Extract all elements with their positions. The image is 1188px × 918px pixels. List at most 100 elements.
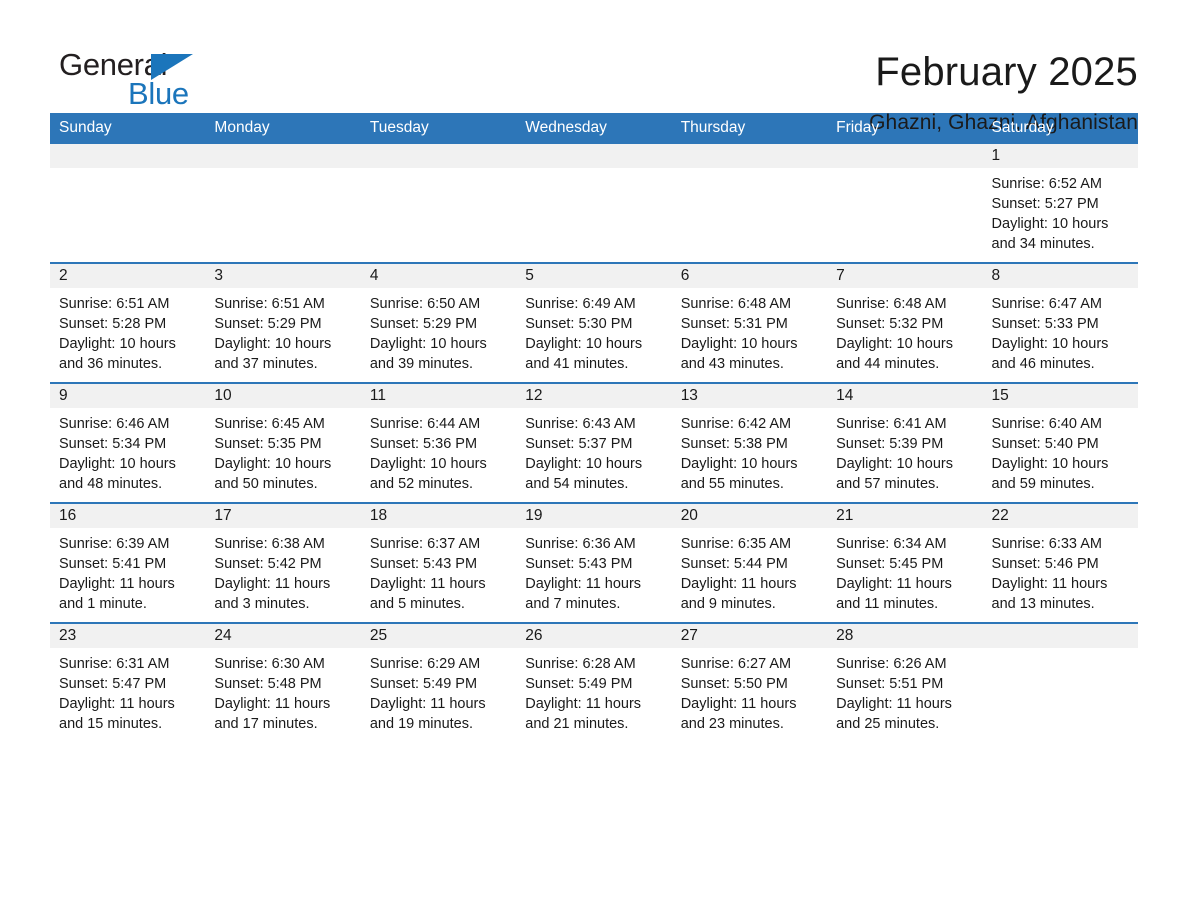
- day-details: Sunrise: 6:52 AM Sunset: 5:27 PM Daylight:…: [983, 168, 1138, 254]
- daylight-text-line2: and 25 minutes.: [836, 716, 940, 732]
- day-details: Sunrise: 6:45 AM Sunset: 5:35 PM Daylight:…: [205, 408, 360, 494]
- day-details: Sunrise: 6:39 AM Sunset: 5:41 PM Daylight:…: [50, 528, 205, 614]
- day-number: 8: [982, 264, 1138, 288]
- calendar-day-cell[interactable]: 2 Sunrise: 6:51 AM Sunset: 5:28 PM Daylight…: [50, 262, 206, 383]
- sunrise-text: Sunrise: 6:49 AM: [525, 296, 636, 312]
- calendar-day-cell[interactable]: 24 Sunrise: 6:30 AM Sunset: 5:48 PM Dayligh…: [205, 622, 361, 742]
- daylight-text-line2: and 57 minutes.: [836, 476, 940, 492]
- daylight-text-line2: and 46 minutes.: [991, 356, 1095, 372]
- day-number: 1: [982, 144, 1138, 168]
- daylight-text-line1: Daylight: 10 hours: [836, 456, 953, 472]
- daylight-text-line2: and 48 minutes.: [59, 476, 163, 492]
- calendar-day-cell[interactable]: 3 Sunrise: 6:51 AM Sunset: 5:29 PM Daylight…: [205, 262, 361, 383]
- day-number: 4: [360, 264, 517, 288]
- calendar-day-cell[interactable]: 22 Sunrise: 6:33 AM Sunset: 5:46 PM Dayligh…: [982, 502, 1138, 623]
- calendar-week-row: 1 Sunrise: 6:52 AM Sunset: 5:27 PM Daylight…: [50, 144, 1138, 263]
- calendar-day-cell-empty: [360, 144, 517, 263]
- daylight-text-line2: and 50 minutes.: [214, 476, 318, 492]
- calendar-page: General Blue February 2025 Ghazni, Ghazn…: [0, 0, 1188, 918]
- calendar-week-row: 23 Sunrise: 6:31 AM Sunset: 5:47 PM Dayligh…: [50, 622, 1138, 742]
- day-number: 3: [205, 264, 361, 288]
- daylight-text-line1: Daylight: 10 hours: [991, 216, 1109, 232]
- calendar-day-cell[interactable]: 18 Sunrise: 6:37 AM Sunset: 5:43 PM Dayligh…: [360, 502, 517, 623]
- day-details: Sunrise: 6:46 AM Sunset: 5:34 PM Daylight:…: [50, 408, 205, 494]
- calendar-day-cell[interactable]: 14 Sunrise: 6:41 AM Sunset: 5:39 PM Dayligh…: [827, 382, 983, 503]
- sunset-text: Sunset: 5:36 PM: [369, 436, 478, 452]
- day-details: Sunrise: 6:35 AM Sunset: 5:44 PM Daylight:…: [672, 528, 827, 614]
- calendar-day-cell[interactable]: 8 Sunrise: 6:47 AM Sunset: 5:33 PM Daylight…: [982, 262, 1138, 383]
- day-details: Sunrise: 6:44 AM Sunset: 5:36 PM Daylight:…: [361, 408, 516, 494]
- sunrise-text: Sunrise: 6:38 AM: [214, 536, 325, 552]
- sunrise-text: Sunrise: 6:30 AM: [214, 656, 325, 672]
- daylight-text-line1: Daylight: 10 hours: [59, 456, 176, 472]
- calendar-day-cell[interactable]: 25 Sunrise: 6:29 AM Sunset: 5:49 PM Dayligh…: [360, 622, 517, 742]
- day-number: [827, 144, 983, 168]
- daylight-text-line1: Daylight: 11 hours: [836, 696, 952, 712]
- calendar-week-row: 2 Sunrise: 6:51 AM Sunset: 5:28 PM Daylight…: [50, 262, 1138, 383]
- sunset-text: Sunset: 5:50 PM: [680, 676, 788, 692]
- calendar-day-cell[interactable]: 26 Sunrise: 6:28 AM Sunset: 5:49 PM Dayligh…: [516, 622, 672, 742]
- daylight-text-line1: Daylight: 10 hours: [525, 336, 643, 352]
- daylight-text-line1: Daylight: 11 hours: [525, 696, 642, 712]
- calendar-day-cell[interactable]: 20 Sunrise: 6:35 AM Sunset: 5:44 PM Dayligh…: [671, 502, 828, 623]
- weekday-header-wednesday: Wednesday: [516, 113, 672, 144]
- sunset-text: Sunset: 5:49 PM: [525, 676, 633, 692]
- calendar-day-cell[interactable]: 12 Sunrise: 6:43 AM Sunset: 5:37 PM Dayligh…: [516, 382, 672, 503]
- daylight-text-line1: Daylight: 10 hours: [680, 456, 798, 472]
- daylight-text-line2: and 37 minutes.: [214, 356, 318, 372]
- calendar-day-cell[interactable]: 27 Sunrise: 6:27 AM Sunset: 5:50 PM Dayligh…: [671, 622, 828, 742]
- calendar-day-cell[interactable]: 11 Sunrise: 6:44 AM Sunset: 5:36 PM Dayligh…: [360, 382, 517, 503]
- calendar-body: 1 Sunrise: 6:52 AM Sunset: 5:27 PM Daylight…: [50, 144, 1138, 742]
- daylight-text-line1: Daylight: 10 hours: [214, 336, 332, 352]
- sunset-text: Sunset: 5:39 PM: [836, 436, 944, 452]
- calendar-day-cell[interactable]: 23 Sunrise: 6:31 AM Sunset: 5:47 PM Dayligh…: [50, 622, 206, 742]
- sunset-text: Sunset: 5:49 PM: [369, 676, 478, 692]
- daylight-text-line1: Daylight: 11 hours: [525, 576, 642, 592]
- day-number: 10: [205, 384, 361, 408]
- calendar-day-cell[interactable]: 6 Sunrise: 6:48 AM Sunset: 5:31 PM Daylight…: [671, 262, 828, 383]
- daylight-text-line2: and 17 minutes.: [214, 716, 318, 732]
- daylight-text-line1: Daylight: 11 hours: [680, 576, 797, 592]
- day-details: Sunrise: 6:29 AM Sunset: 5:49 PM Daylight:…: [361, 648, 516, 734]
- day-number: 12: [516, 384, 672, 408]
- sunset-text: Sunset: 5:31 PM: [680, 316, 788, 332]
- general-blue-logo[interactable]: General Blue: [50, 46, 250, 112]
- sunset-text: Sunset: 5:30 PM: [525, 316, 633, 332]
- page-title: February 2025: [875, 50, 1138, 94]
- calendar-day-cell[interactable]: 5 Sunrise: 6:49 AM Sunset: 5:30 PM Daylight…: [516, 262, 672, 383]
- sunrise-text: Sunrise: 6:34 AM: [836, 536, 947, 552]
- daylight-text-line1: Daylight: 11 hours: [59, 696, 175, 712]
- calendar-day-cell[interactable]: 7 Sunrise: 6:48 AM Sunset: 5:32 PM Daylight…: [827, 262, 983, 383]
- calendar-day-cell[interactable]: 17 Sunrise: 6:38 AM Sunset: 5:42 PM Dayligh…: [205, 502, 361, 623]
- daylight-text-line2: and 34 minutes.: [991, 236, 1095, 252]
- calendar-week-row: 16 Sunrise: 6:39 AM Sunset: 5:41 PM Dayligh…: [50, 502, 1138, 623]
- day-details: Sunrise: 6:41 AM Sunset: 5:39 PM Daylight:…: [827, 408, 982, 494]
- calendar-day-cell[interactable]: 15 Sunrise: 6:40 AM Sunset: 5:40 PM Dayligh…: [982, 382, 1138, 503]
- calendar-day-cell[interactable]: 19 Sunrise: 6:36 AM Sunset: 5:43 PM Dayligh…: [516, 502, 672, 623]
- day-details: Sunrise: 6:47 AM Sunset: 5:33 PM Daylight:…: [983, 288, 1138, 374]
- sunrise-text: Sunrise: 6:29 AM: [369, 656, 481, 672]
- day-number: 21: [827, 504, 983, 528]
- daylight-text-line2: and 23 minutes.: [680, 716, 784, 732]
- calendar-day-cell[interactable]: 21 Sunrise: 6:34 AM Sunset: 5:45 PM Dayligh…: [827, 502, 983, 623]
- calendar-day-cell[interactable]: 4 Sunrise: 6:50 AM Sunset: 5:29 PM Daylight…: [360, 262, 517, 383]
- calendar-day-cell-empty: [205, 144, 361, 263]
- sunrise-text: Sunrise: 6:43 AM: [525, 416, 636, 432]
- daylight-text-line2: and 13 minutes.: [991, 596, 1095, 612]
- weekday-header-tuesday: Tuesday: [360, 113, 517, 144]
- sunset-text: Sunset: 5:42 PM: [214, 556, 322, 572]
- day-number: [516, 144, 672, 168]
- day-number: 26: [516, 624, 672, 648]
- daylight-text-line2: and 43 minutes.: [680, 356, 784, 372]
- day-number: 22: [982, 504, 1138, 528]
- calendar-day-cell[interactable]: 9 Sunrise: 6:46 AM Sunset: 5:34 PM Daylight…: [50, 382, 206, 503]
- sunset-text: Sunset: 5:40 PM: [991, 436, 1099, 452]
- calendar-day-cell[interactable]: 13 Sunrise: 6:42 AM Sunset: 5:38 PM Dayligh…: [671, 382, 828, 503]
- calendar-day-cell[interactable]: 28 Sunrise: 6:26 AM Sunset: 5:51 PM Dayligh…: [827, 622, 983, 742]
- day-number: 20: [671, 504, 828, 528]
- day-details: Sunrise: 6:34 AM Sunset: 5:45 PM Daylight:…: [827, 528, 982, 614]
- calendar-day-cell[interactable]: 16 Sunrise: 6:39 AM Sunset: 5:41 PM Dayligh…: [50, 502, 206, 623]
- sunset-text: Sunset: 5:43 PM: [525, 556, 633, 572]
- calendar-day-cell[interactable]: 1 Sunrise: 6:52 AM Sunset: 5:27 PM Daylight…: [982, 144, 1138, 263]
- calendar-day-cell[interactable]: 10 Sunrise: 6:45 AM Sunset: 5:35 PM Dayligh…: [205, 382, 361, 503]
